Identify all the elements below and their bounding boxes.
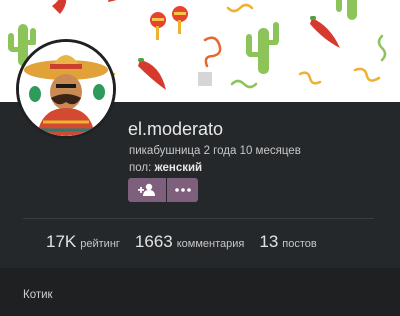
stat-posts: 13 постов bbox=[259, 232, 316, 252]
stat-label: комментария bbox=[176, 238, 245, 250]
divider bbox=[23, 218, 374, 219]
account-age: пикабушница 2 года 10 месяцев bbox=[129, 145, 301, 157]
username: el.moderato bbox=[128, 119, 224, 139]
gender-info: пол: женский bbox=[129, 162, 202, 174]
more-icon bbox=[174, 188, 191, 192]
profile-actions bbox=[128, 178, 198, 202]
add-user-icon bbox=[138, 183, 155, 196]
stat-label: постов bbox=[282, 238, 317, 250]
stat-value: 13 bbox=[259, 232, 279, 251]
subscribe-button[interactable] bbox=[128, 178, 166, 202]
profile-stats: 17K рейтинг 1663 комментария 13 постов bbox=[46, 232, 317, 252]
gender-value: женский bbox=[154, 162, 203, 174]
about-text: Котик bbox=[23, 289, 53, 301]
about-section bbox=[0, 268, 400, 316]
stat-value: 1663 bbox=[134, 232, 173, 251]
stat-comments: 1663 комментария bbox=[135, 232, 244, 252]
stat-label: рейтинг bbox=[80, 238, 120, 250]
gender-label: пол: bbox=[129, 162, 152, 174]
avatar-image bbox=[19, 42, 113, 136]
stat-value: 17K bbox=[46, 232, 77, 251]
more-options-button[interactable] bbox=[167, 178, 198, 202]
avatar[interactable] bbox=[16, 39, 116, 139]
stat-rating: 17K рейтинг bbox=[46, 232, 120, 252]
